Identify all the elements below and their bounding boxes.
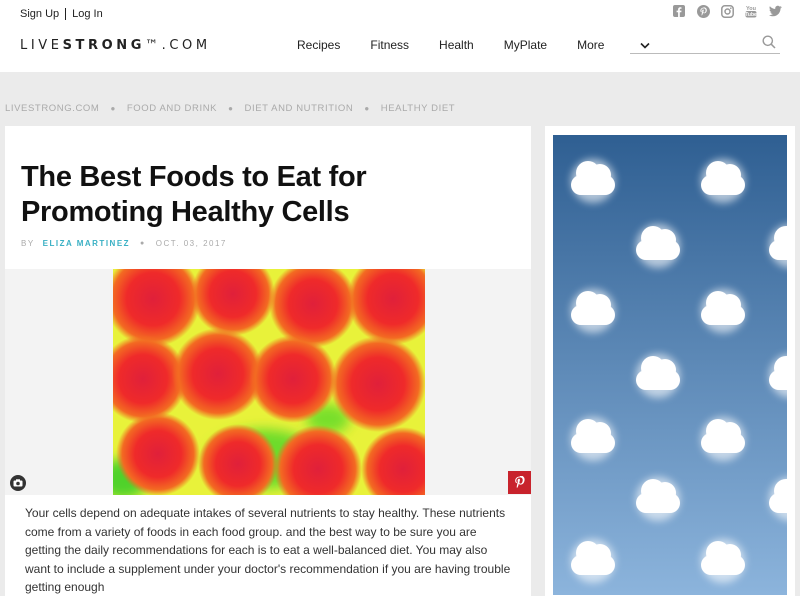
search-icon[interactable] (762, 35, 776, 49)
facebook-icon[interactable] (672, 4, 686, 18)
site-logo[interactable]: LIVESTRONG™.COM (20, 38, 211, 53)
meta-separator: ● (140, 240, 146, 247)
hero-image (113, 269, 425, 495)
breadcrumb-separator: ● (228, 104, 234, 113)
log-in-link[interactable]: Log In (72, 8, 103, 20)
breadcrumb-item-food-and-drink[interactable]: FOOD AND DRINK (127, 103, 217, 114)
publish-date: OCT. 03, 2017 (155, 239, 227, 248)
hero-image-area (5, 269, 531, 495)
article-body: Your cells depend on adequate intakes of… (25, 506, 511, 594)
pinterest-save-button[interactable] (508, 471, 531, 494)
logo-text-strong: STRONG (62, 38, 146, 53)
pinterest-icon (515, 475, 525, 488)
logo-text-com: ™.COM (145, 38, 211, 53)
auth-divider (65, 8, 67, 20)
nav-item-myplate[interactable]: MyPlate (504, 38, 547, 52)
camera-icon[interactable] (10, 475, 26, 491)
twitter-icon[interactable] (768, 4, 782, 18)
search-bar (630, 34, 780, 54)
breadcrumb-separator: ● (364, 104, 370, 113)
breadcrumb-separator: ● (110, 104, 116, 113)
breadcrumb: LIVESTRONG.COM ● FOOD AND DRINK ● DIET A… (5, 103, 455, 114)
sign-up-link[interactable]: Sign Up (20, 8, 59, 20)
logo-text-live: LIVE (20, 38, 63, 53)
article-card: The Best Foods to Eat for Promoting Heal… (5, 126, 531, 596)
nav-item-health[interactable]: Health (439, 38, 474, 52)
breadcrumb-item-home[interactable]: LIVESTRONG.COM (5, 103, 99, 114)
ad-image[interactable] (553, 135, 787, 595)
author-link[interactable]: ELIZA MARTINEZ (43, 239, 130, 248)
pinterest-icon[interactable] (696, 4, 710, 18)
nav-item-recipes[interactable]: Recipes (297, 38, 340, 52)
byline-prefix: BY (21, 239, 35, 248)
sidebar-ad-slot (545, 126, 795, 596)
auth-links: Sign Up Log In (20, 8, 103, 20)
search-input[interactable] (630, 35, 755, 53)
article-meta: BY ELIZA MARTINEZ ● OCT. 03, 2017 (21, 239, 227, 248)
article-title: The Best Foods to Eat for Promoting Heal… (21, 161, 367, 228)
nav-more-label: More (577, 38, 605, 52)
breadcrumb-item-diet-and-nutrition[interactable]: DIET AND NUTRITION (245, 103, 354, 114)
site-header: Sign Up Log In You Tube LIVESTRONG™.COM R… (0, 0, 800, 72)
social-links: You Tube (672, 4, 782, 18)
nav-item-fitness[interactable]: Fitness (370, 38, 409, 52)
instagram-icon[interactable] (720, 4, 734, 18)
breadcrumb-item-healthy-diet[interactable]: HEALTHY DIET (381, 103, 455, 114)
svg-text:Tube: Tube (745, 12, 757, 18)
main-nav: Recipes Fitness Health MyPlate More (297, 38, 680, 52)
youtube-icon[interactable]: You Tube (744, 4, 758, 18)
